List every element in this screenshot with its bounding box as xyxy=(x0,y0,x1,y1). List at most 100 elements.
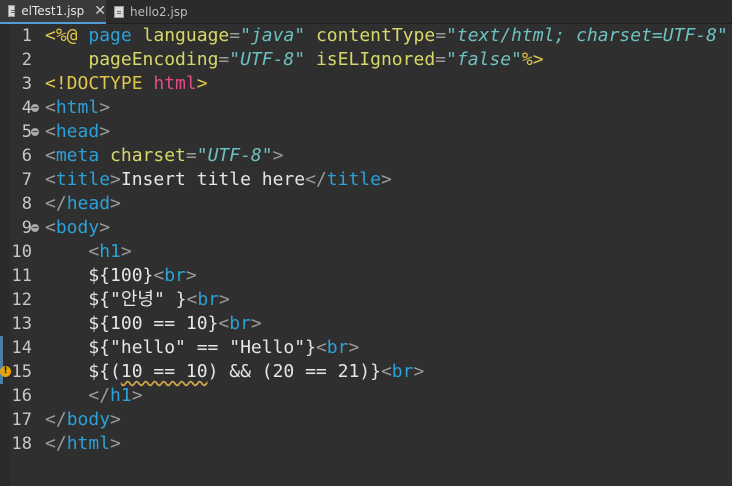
code-line[interactable]: 1 <%@ page language="java" contentType="t… xyxy=(0,24,732,48)
line-number: 2 xyxy=(21,50,32,70)
code-token: < xyxy=(186,289,198,310)
code-token: > xyxy=(131,385,143,406)
code-token: > xyxy=(120,241,132,262)
code-token: < xyxy=(45,97,56,118)
code-token: br xyxy=(391,361,414,382)
code-token: < xyxy=(45,145,56,166)
warning-icon[interactable]: ! xyxy=(0,366,11,377)
code-token: title xyxy=(55,169,111,190)
code-token: > xyxy=(110,409,121,430)
code-line[interactable]: 12 ${"안녕" }<br> xyxy=(0,288,732,312)
code-token: < xyxy=(218,313,230,334)
code-token: < xyxy=(45,169,56,190)
code-token: h1 xyxy=(110,385,132,406)
line-number: 4 xyxy=(21,98,32,118)
line-number: 7 xyxy=(21,170,32,190)
tab-label: hello2.jsp xyxy=(130,5,188,19)
code-text: <title>Insert title here</title> xyxy=(45,168,392,192)
code-token: body xyxy=(55,217,100,238)
code-token: Insert title here xyxy=(120,169,306,190)
code-text: ${(10 == 10) && (20 == 21)}<br> xyxy=(45,360,424,384)
code-line[interactable]: 3 <!DOCTYPE html> xyxy=(0,72,732,96)
code-token: head xyxy=(66,193,111,214)
code-token: head xyxy=(55,121,100,142)
code-text: ${"hello" == "Hello"}<br> xyxy=(45,336,359,360)
code-token: 10 == 10 xyxy=(120,361,208,382)
code-line[interactable]: 11 ${100}<br> xyxy=(0,264,732,288)
line-number: 18 xyxy=(11,434,32,454)
fold-toggle-icon[interactable]: − xyxy=(31,104,39,112)
code-text: ${"안녕" }<br> xyxy=(45,288,230,312)
code-line[interactable]: 18 </html> xyxy=(0,432,732,456)
code-line[interactable]: 10 <h1> xyxy=(0,240,732,264)
code-token: < xyxy=(380,361,392,382)
code-line[interactable]: 17 </body> xyxy=(0,408,732,432)
code-text: <h1> xyxy=(45,240,132,264)
jsp-file-icon xyxy=(8,5,16,17)
code-token: ${"안녕" } xyxy=(45,289,187,310)
code-token: > xyxy=(272,145,284,166)
code-line[interactable]: 6 <meta charset="UTF-8"> xyxy=(0,144,732,168)
code-token: "UTF-8" xyxy=(229,49,306,70)
code-token: html xyxy=(153,73,197,94)
line-number: 8 xyxy=(21,194,32,214)
code-token: ${100} xyxy=(45,265,154,286)
code-token: = xyxy=(218,49,230,70)
code-line[interactable]: 15 ${(10 == 10) && (20 == 21)}<br> xyxy=(0,360,732,384)
code-text: <body> xyxy=(45,216,110,240)
code-text: <head> xyxy=(45,120,110,144)
code-token: "false" xyxy=(446,49,522,70)
code-token: > xyxy=(380,169,392,190)
code-token: page xyxy=(88,25,143,46)
code-token: br xyxy=(229,313,251,334)
code-token: ${"hello" == "Hello"} xyxy=(45,337,316,358)
code-token: < xyxy=(45,217,56,238)
code-token: pageEncoding xyxy=(88,49,219,70)
code-token: > xyxy=(110,169,121,190)
code-token: > xyxy=(99,97,111,118)
code-token: = xyxy=(435,49,447,70)
code-line[interactable]: 14 ${"hello" == "Hello"}<br> xyxy=(0,336,732,360)
code-token: "text/html; charset=UTF-8" xyxy=(446,25,728,46)
code-token: <!DOCTYPE xyxy=(45,73,154,94)
fold-toggle-icon[interactable]: − xyxy=(31,128,39,136)
code-token: </ xyxy=(45,409,67,430)
code-line[interactable]: 9− <body> xyxy=(0,216,732,240)
code-line[interactable]: 2 pageEncoding="UTF-8" isELIgnored="fals… xyxy=(0,48,732,72)
fold-toggle-icon[interactable]: − xyxy=(31,224,39,232)
code-token: "java" xyxy=(240,25,306,46)
code-token: </ xyxy=(45,193,67,214)
code-token: > xyxy=(196,73,208,94)
code-token: meta xyxy=(55,145,111,166)
code-text: <html> xyxy=(45,96,110,120)
code-text: </body> xyxy=(45,408,121,432)
code-token: br xyxy=(164,265,186,286)
tab-hello2-jsp[interactable]: hello2.jsp xyxy=(108,0,198,24)
code-token: </ xyxy=(45,433,67,454)
line-number: 13 xyxy=(11,314,32,334)
code-line[interactable]: 4− <html> xyxy=(0,96,732,120)
code-line[interactable]: 16 </h1> xyxy=(0,384,732,408)
line-number: 1 xyxy=(21,26,32,46)
code-token: < xyxy=(45,121,56,142)
code-token: ${100 == 10} xyxy=(45,313,219,334)
code-token: < xyxy=(88,241,100,262)
code-token: > xyxy=(219,289,230,310)
code-token: "UTF-8" xyxy=(196,145,273,166)
code-token: <%@ xyxy=(45,25,89,46)
code-token: ${( xyxy=(45,361,121,382)
code-token: %> xyxy=(521,49,544,70)
code-line[interactable]: 5− <head> xyxy=(0,120,732,144)
line-number: 17 xyxy=(11,410,32,430)
code-text: <!DOCTYPE html> xyxy=(45,72,208,96)
code-editor[interactable]: elTest1.jsp ✕ hello2.jsp 1 <%@ page langu… xyxy=(0,0,732,486)
code-line[interactable]: 13 ${100 == 10}<br> xyxy=(0,312,732,336)
code-text: </h1> xyxy=(45,384,143,408)
code-line[interactable]: 8 </head> xyxy=(0,192,732,216)
code-token: > xyxy=(250,313,262,334)
code-line[interactable]: 7 <title>Insert title here</title> xyxy=(0,168,732,192)
tab-eltest1-jsp[interactable]: elTest1.jsp ✕ xyxy=(0,0,106,24)
close-tab-icon[interactable]: ✕ xyxy=(94,4,106,18)
